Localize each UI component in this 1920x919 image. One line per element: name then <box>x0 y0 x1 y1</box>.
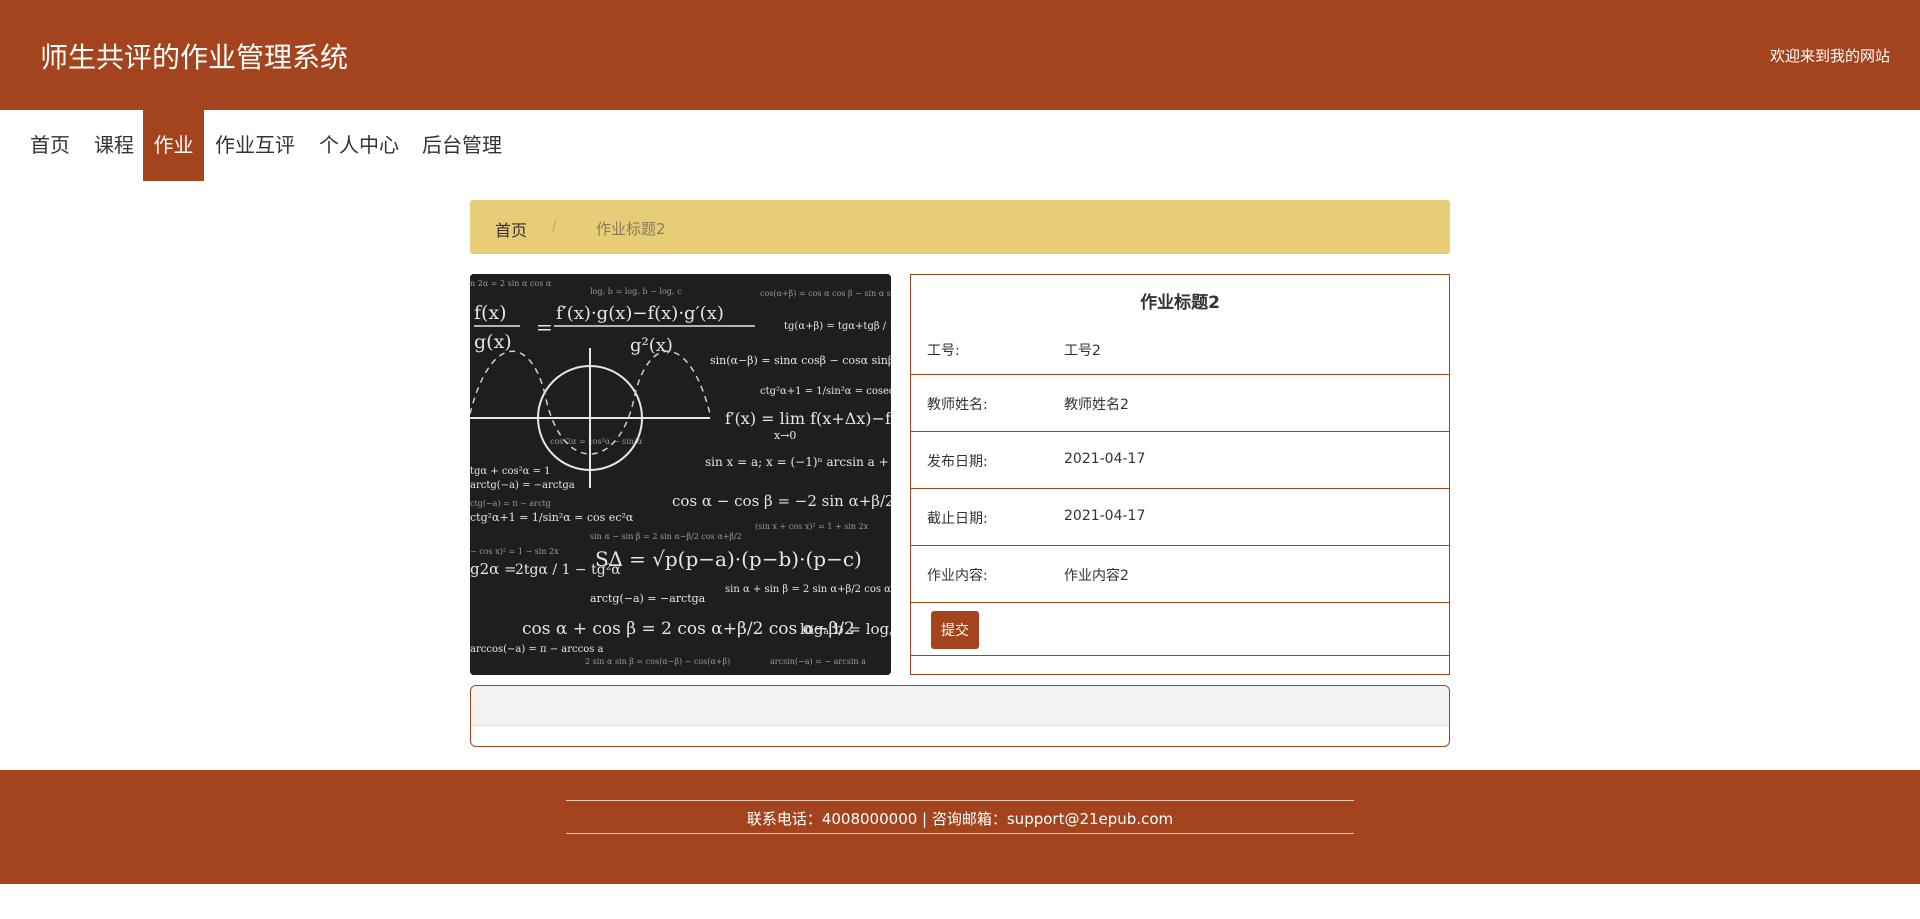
teacher-name-label: 教师姓名: <box>927 397 988 413</box>
content-label: 作业内容: <box>927 568 988 584</box>
svg-text:cos(α+β) = cos α cos β − sin α: cos(α+β) = cos α cos β − sin α sin β <box>760 289 891 298</box>
breadcrumb-home-link[interactable]: 首页 <box>495 217 527 241</box>
homework-detail-panel: 作业标题2 工号: 工号2 教师姓名: 教师姓名2 发布日期: 2021-04-… <box>910 274 1450 675</box>
svg-text:arctg(−a) = −arctga: arctg(−a) = −arctga <box>470 480 575 491</box>
svg-text:cos 2α = cos²α − sin²α: cos 2α = cos²α − sin²α <box>550 437 643 446</box>
site-title: 师生共评的作业管理系统 <box>40 41 349 74</box>
svg-text:arcsin(−a) = − arcsin a: arcsin(−a) = − arcsin a <box>770 657 866 666</box>
svg-text:f(x): f(x) <box>474 302 507 324</box>
nav-item-home[interactable]: 首页 <box>20 110 80 181</box>
footer-contact: 联系电话：4008000000 | 咨询邮箱：support@21epub.co… <box>746 810 1174 828</box>
svg-text:arccos(−a) = π − arccos a: arccos(−a) = π − arccos a <box>470 644 604 655</box>
svg-text:tgα + cos²α = 1: tgα + cos²α = 1 <box>470 466 551 477</box>
svg-text:S∆ = √p(p−a)·(p−b)·(p−c): S∆ = √p(p−a)·(p−b)·(p−c) <box>595 547 862 571</box>
svg-text:g(x): g(x) <box>474 331 512 353</box>
svg-text:sin α + sin β = 2 sin α+β/2 co: sin α + sin β = 2 sin α+β/2 cos α−β/2 <box>725 584 891 595</box>
svg-text:g2α =: g2α = <box>470 560 517 578</box>
comment-panel <box>470 685 1450 747</box>
svg-text:2tgα / 1 − tg²α: 2tgα / 1 − tg²α <box>515 562 621 578</box>
detail-row-due-date: 截止日期: 2021-04-17 <box>911 489 1449 546</box>
svg-text:f′(x) = lim f(x+Δx)−f(x): f′(x) = lim f(x+Δx)−f(x) <box>725 409 891 428</box>
svg-text:ctg²α+1 = 1/sin²α = cos ec²α: ctg²α+1 = 1/sin²α = cos ec²α <box>470 511 634 524</box>
footer-divider-bottom <box>566 833 1354 834</box>
svg-text:2 sin α sin β = cos(α−β) − cos: 2 sin α sin β = cos(α−β) − cos(α+β) <box>585 657 730 666</box>
svg-text:sin α − sin β = 2 sin α−β/2 co: sin α − sin β = 2 sin α−β/2 cos α+β/2 <box>590 532 742 541</box>
svg-text:tg(α+β) = tgα+tgβ / 1−tgαtgβ: tg(α+β) = tgα+tgβ / 1−tgαtgβ <box>784 321 891 332</box>
submit-button[interactable]: 提交 <box>931 611 979 649</box>
content-value: 作业内容2 <box>1064 568 1129 584</box>
svg-text:sin(α−β) = sinα cosβ − cosα si: sin(α−β) = sinα cosβ − cosα sinβ <box>710 354 891 367</box>
nav-item-admin[interactable]: 后台管理 <box>413 110 511 181</box>
svg-text:ctg²α+1 = 1/sin²α = cosec²α: ctg²α+1 = 1/sin²α = cosec²α <box>760 386 891 397</box>
publish-date-label: 发布日期: <box>927 454 988 470</box>
detail-row-teacher-name: 教师姓名: 教师姓名2 <box>911 375 1449 432</box>
svg-text:arctg(−a) = −arctga: arctg(−a) = −arctga <box>590 592 706 605</box>
homework-cover-image: .ch { fill: #e6e6e6; font-family: "DejaV… <box>470 274 891 675</box>
due-date-value: 2021-04-17 <box>1064 508 1146 524</box>
svg-text:− cos x)² = 1 − sin 2x: − cos x)² = 1 − sin 2x <box>470 547 559 556</box>
nav-item-homework[interactable]: 作业 <box>143 110 204 181</box>
breadcrumb: 首页 / 作业标题2 <box>470 200 1450 254</box>
footer-divider-top <box>566 800 1354 801</box>
detail-divider <box>911 655 1449 656</box>
svg-text:g²(x): g²(x) <box>630 335 673 356</box>
svg-text:(sin x + cos x)² = 1 + sin 2x: (sin x + cos x)² = 1 + sin 2x <box>755 522 869 531</box>
svg-text:n 2α = 2 sin α cos α: n 2α = 2 sin α cos α <box>470 279 552 288</box>
nav-item-peer-review[interactable]: 作业互评 <box>206 110 304 181</box>
breadcrumb-current: 作业标题2 <box>596 220 666 238</box>
site-footer: 联系电话：4008000000 | 咨询邮箱：support@21epub.co… <box>0 770 1920 884</box>
svg-text:ctg(−a) = π − arctg: ctg(−a) = π − arctg <box>470 499 551 508</box>
due-date-label: 截止日期: <box>927 511 988 527</box>
math-chalkboard-illustration: .ch { fill: #e6e6e6; font-family: "DejaV… <box>470 274 891 675</box>
nav-item-courses[interactable]: 课程 <box>84 110 144 181</box>
welcome-text: 欢迎来到我的网站 <box>1769 47 1890 65</box>
svg-text:f′(x)·g(x)−f(x)·g′(x): f′(x)·g(x)−f(x)·g′(x) <box>556 303 724 324</box>
detail-row-publish-date: 发布日期: 2021-04-17 <box>911 432 1449 489</box>
staff-id-label: 工号: <box>927 343 960 359</box>
nav-item-profile[interactable]: 个人中心 <box>310 110 408 181</box>
svg-text:=: = <box>536 315 553 339</box>
svg-text:cos α − cos β = −2 sin α+β/2 s: cos α − cos β = −2 sin α+β/2 sin α−β/2 <box>672 492 891 510</box>
svg-text:sin x = a; x = (−1)ⁿ arcsin a: sin x = a; x = (−1)ⁿ arcsin a + πn, <box>705 455 891 469</box>
main-nav: 首页 课程 作业 作业互评 个人中心 后台管理 <box>0 110 1920 181</box>
svg-text:log꜀ b = log꜀ b − log꜀ c: log꜀ b = log꜀ b − log꜀ c <box>590 287 682 296</box>
svg-text:logₐ b = log꜀ b / log꜀ a: logₐ b = log꜀ b / log꜀ a <box>800 620 891 638</box>
detail-row-content: 作业内容: 作业内容2 <box>911 546 1449 603</box>
publish-date-value: 2021-04-17 <box>1064 451 1146 467</box>
site-header: 师生共评的作业管理系统 欢迎来到我的网站 <box>0 0 1920 110</box>
staff-id-value: 工号2 <box>1064 343 1101 359</box>
detail-row-staff-id: 工号: 工号2 <box>911 275 1449 375</box>
teacher-name-value: 教师姓名2 <box>1064 397 1129 413</box>
comment-panel-header <box>471 686 1449 726</box>
breadcrumb-separator: / <box>552 218 557 234</box>
svg-text:x→0: x→0 <box>774 429 796 442</box>
